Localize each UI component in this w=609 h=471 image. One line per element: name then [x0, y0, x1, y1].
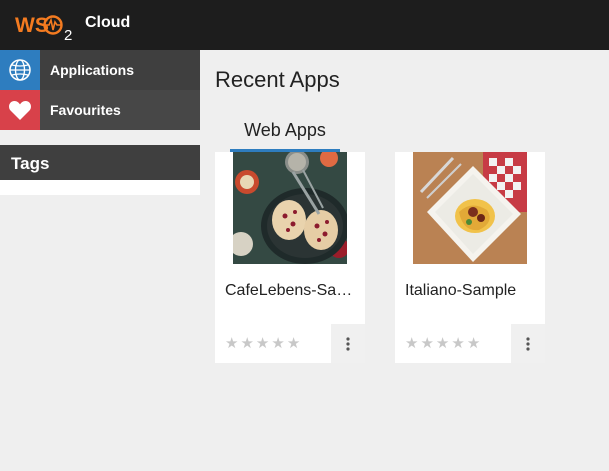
star-icon[interactable]: ★ — [271, 336, 284, 352]
app-thumbnail — [413, 152, 527, 264]
more-options-button[interactable] — [511, 324, 545, 363]
sidebar: Applications Favourites Tags — [0, 50, 200, 195]
tab-label: Web Apps — [244, 120, 326, 140]
tags-title: Tags — [11, 154, 50, 173]
rating-stars[interactable]: ★ ★ ★ ★ ★ — [405, 336, 480, 352]
tags-header: Tags — [0, 145, 200, 180]
app-card[interactable]: CafeLebens-Sample ★ ★ ★ ★ ★ — [215, 152, 365, 363]
star-icon[interactable]: ★ — [436, 336, 449, 352]
product-name: Cloud — [85, 14, 131, 31]
star-icon[interactable]: ★ — [256, 336, 269, 352]
globe-icon — [0, 50, 40, 90]
page-title: Recent Apps — [215, 67, 340, 92]
app-name: CafeLebens-Sample — [225, 282, 359, 299]
star-icon[interactable]: ★ — [467, 336, 480, 352]
app-name: Italiano-Sample — [405, 282, 517, 299]
star-icon[interactable]: ★ — [287, 336, 300, 352]
svg-text:2: 2 — [64, 27, 72, 41]
app-thumbnail — [233, 152, 347, 264]
main-content: Recent Apps Web Apps CafeLebens-Sample ★… — [200, 50, 609, 471]
top-bar: WS 2 Cloud — [0, 0, 609, 50]
tags-list — [0, 180, 200, 195]
star-icon[interactable]: ★ — [240, 336, 253, 352]
heart-icon — [0, 90, 40, 130]
star-icon[interactable]: ★ — [420, 336, 433, 352]
app-card[interactable]: Italiano-Sample ★ ★ ★ ★ ★ — [395, 152, 545, 363]
wso2-logo[interactable]: WS 2 — [15, 11, 77, 41]
tab-web-apps[interactable]: Web Apps — [230, 118, 340, 152]
sidebar-item-applications[interactable]: Applications — [0, 50, 200, 90]
star-icon[interactable]: ★ — [405, 336, 418, 352]
sidebar-item-label: Applications — [50, 62, 135, 78]
sidebar-item-favourites[interactable]: Favourites — [0, 90, 200, 130]
star-icon[interactable]: ★ — [451, 336, 464, 352]
star-icon[interactable]: ★ — [225, 336, 238, 352]
more-options-button[interactable] — [331, 324, 365, 363]
kebab-menu-icon — [526, 336, 530, 351]
sidebar-item-label: Favourites — [50, 102, 121, 118]
rating-stars[interactable]: ★ ★ ★ ★ ★ — [225, 336, 300, 352]
kebab-menu-icon — [346, 336, 350, 351]
